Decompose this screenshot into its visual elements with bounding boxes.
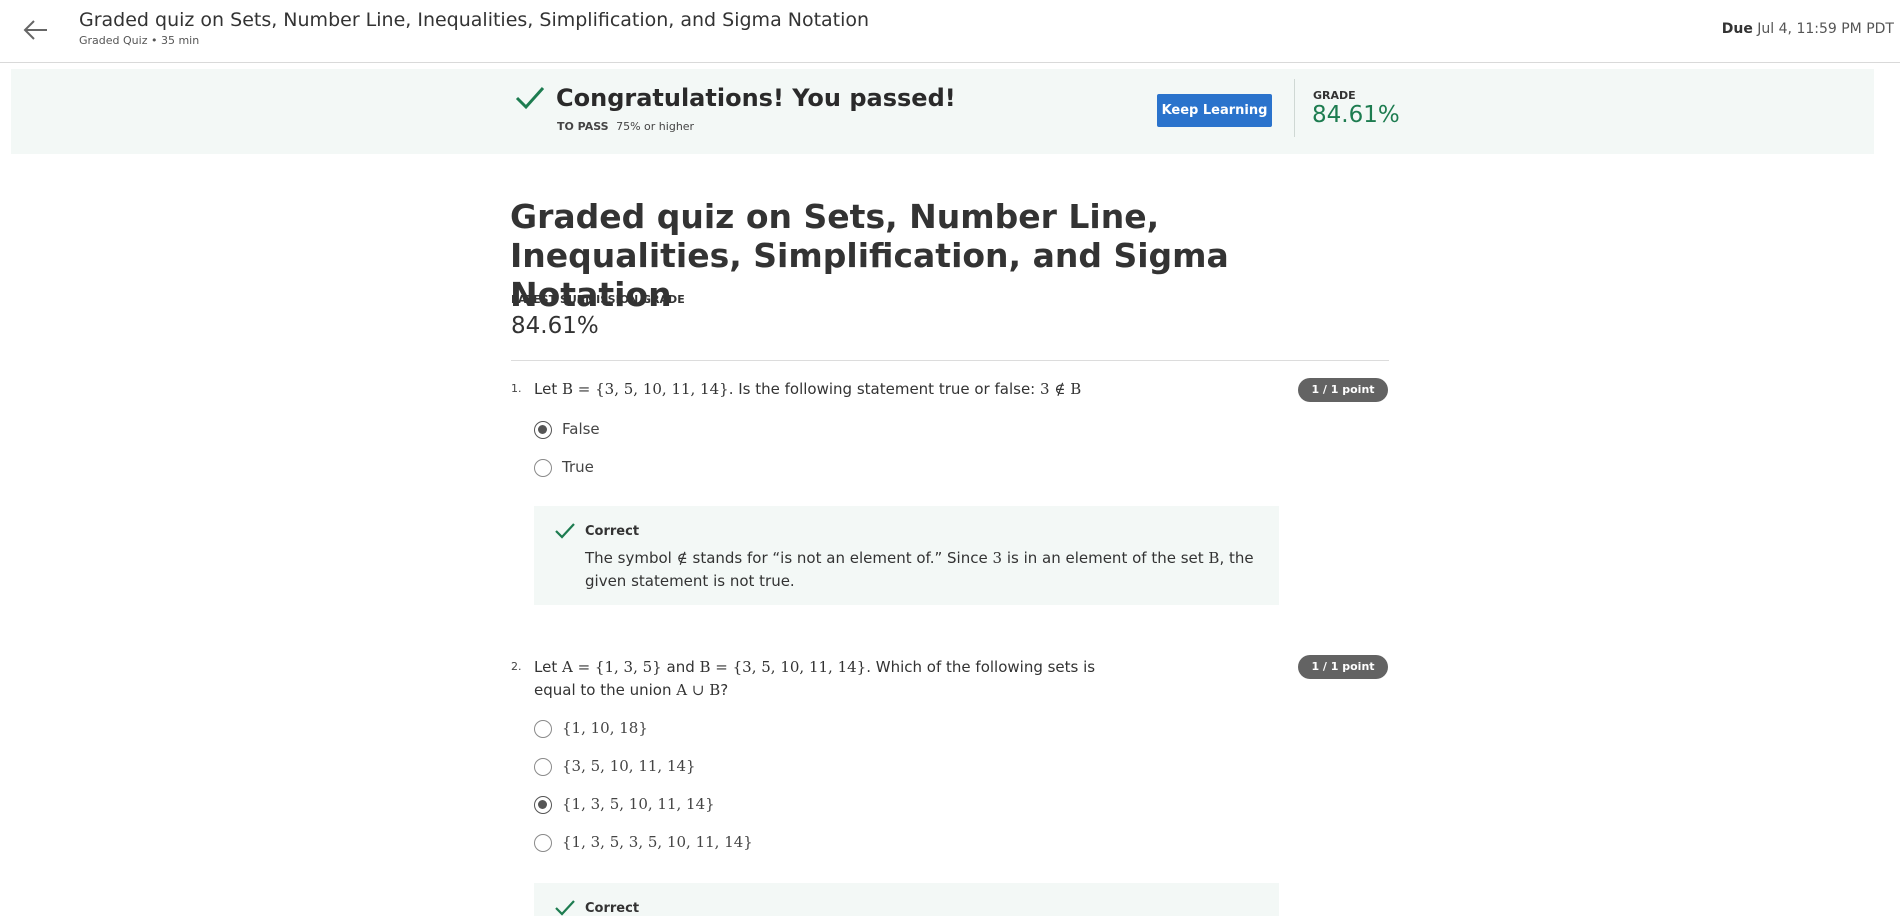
back-arrow-icon[interactable]	[20, 14, 52, 46]
header-subtitle: Graded Quiz • 35 min	[79, 34, 200, 47]
to-pass-label: TO PASS	[557, 120, 609, 133]
question-number: 1.	[511, 382, 522, 395]
divider	[1294, 79, 1295, 137]
to-pass-info: TO PASS 75% or higher	[557, 120, 694, 133]
option-c[interactable]: {1, 3, 5, 10, 11, 14}	[534, 794, 834, 820]
header-title: Graded quiz on Sets, Number Line, Inequa…	[79, 9, 870, 31]
points-badge: 1 / 1 point	[1298, 378, 1388, 402]
feedback-heading: Correct	[585, 901, 640, 916]
passed-title: Congratulations! You passed!	[556, 84, 956, 112]
grade-label: GRADE	[1313, 89, 1356, 102]
option-label: {1, 10, 18}	[562, 719, 648, 737]
math-expression: A ∪ B	[676, 681, 721, 699]
option-false[interactable]: False	[534, 419, 734, 445]
math-expression: B = {3, 5, 10, 11, 14}	[561, 380, 729, 398]
question-text-part: ?	[720, 681, 729, 699]
radio-button[interactable]	[534, 720, 552, 738]
radio-button[interactable]	[534, 834, 552, 852]
math-expression: 3 ∉ B	[1040, 380, 1082, 398]
check-icon	[513, 83, 547, 113]
feedback-text: The symbol ∉ stands for “is not an eleme…	[585, 547, 1265, 593]
check-icon	[554, 522, 576, 540]
math-expression: B = {3, 5, 10, 11, 14}	[699, 658, 867, 676]
option-d[interactable]: {1, 3, 5, 3, 5, 10, 11, 14}	[534, 832, 834, 858]
feedback-heading: Correct	[585, 524, 640, 539]
math-expression: ∉	[676, 549, 688, 567]
option-b[interactable]: {3, 5, 10, 11, 14}	[534, 756, 834, 782]
radio-button[interactable]	[534, 796, 552, 814]
question-text: Let B = {3, 5, 10, 11, 14}. Is the follo…	[534, 378, 1254, 401]
to-pass-value: 75% or higher	[616, 120, 695, 133]
passed-banner: Congratulations! You passed! TO PASS 75%…	[11, 69, 1874, 154]
question-text: Let A = {1, 3, 5} and B = {3, 5, 10, 11,…	[534, 656, 1134, 702]
question-number: 2.	[511, 660, 522, 673]
math-expression: A = {1, 3, 5}	[561, 658, 662, 676]
option-label: {1, 3, 5, 10, 11, 14}	[562, 795, 715, 813]
question-text-part: and	[666, 658, 695, 676]
math-expression: 3	[992, 549, 1003, 567]
option-label: {3, 5, 10, 11, 14}	[562, 757, 696, 775]
grade-value: 84.61%	[1312, 102, 1400, 128]
points-badge: 1 / 1 point	[1298, 655, 1388, 679]
due-date: Due Jul 4, 11:59 PM PDT	[1722, 21, 1894, 37]
feedback-box: Correct The symbol ∉ stands for “is not …	[534, 506, 1279, 605]
divider	[511, 360, 1389, 361]
radio-button[interactable]	[534, 459, 552, 477]
feedback-part: The symbol	[585, 549, 672, 567]
question-text-part: Let	[534, 658, 558, 676]
option-label: False	[562, 420, 600, 438]
keep-learning-button[interactable]: Keep Learning	[1157, 94, 1272, 127]
feedback-box: Correct	[534, 883, 1279, 916]
option-label: True	[562, 458, 594, 476]
latest-grade-value: 84.61%	[511, 313, 599, 339]
option-true[interactable]: True	[534, 457, 734, 483]
feedback-part: stands for “is not an element of.” Since	[692, 549, 988, 567]
math-expression: B	[1208, 549, 1220, 567]
latest-grade-label: LATEST SUBMISSION GRADE	[511, 293, 685, 306]
option-a[interactable]: {1, 10, 18}	[534, 718, 834, 744]
radio-button[interactable]	[534, 758, 552, 776]
question-text-part: Let	[534, 380, 558, 398]
option-label: {1, 3, 5, 3, 5, 10, 11, 14}	[562, 833, 753, 851]
question-text-part: . Is the following statement true or fal…	[728, 380, 1036, 398]
feedback-part: is in an element of the set	[1006, 549, 1204, 567]
due-value: Jul 4, 11:59 PM PDT	[1757, 21, 1894, 37]
due-label: Due	[1721, 21, 1753, 37]
check-icon	[554, 899, 576, 916]
radio-button[interactable]	[534, 421, 552, 439]
question-text-part: to the union	[580, 681, 672, 699]
top-header: Graded quiz on Sets, Number Line, Inequa…	[0, 0, 1900, 63]
